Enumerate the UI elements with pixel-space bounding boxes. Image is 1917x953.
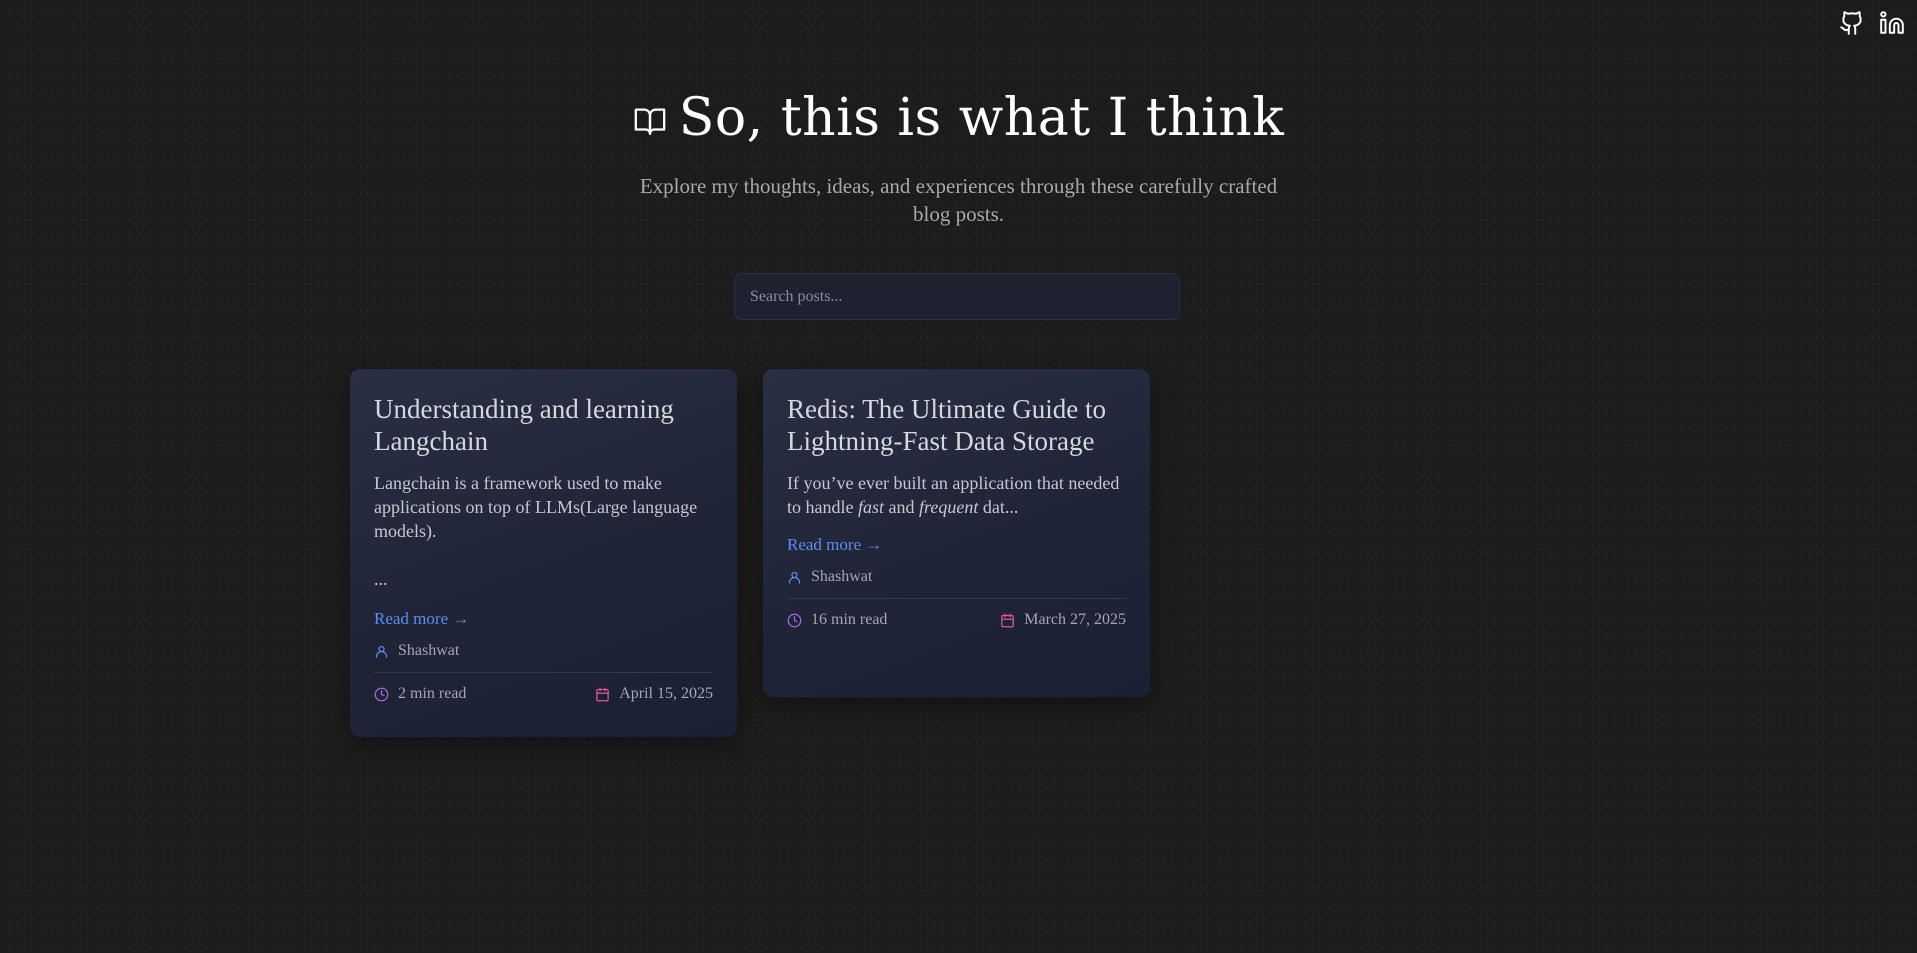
social-links: [1839, 10, 1905, 36]
read-time-text: 16 min read: [811, 611, 888, 628]
post-excerpt: Langchain is a framework used to make ap…: [374, 471, 713, 591]
page-header: So, this is what I think Explore my thou…: [0, 88, 1917, 228]
author-name: Shashwat: [811, 568, 873, 585]
read-time: 16 min read: [787, 611, 887, 629]
post-author: Shashwat: [374, 642, 713, 660]
author-name: Shashwat: [398, 642, 460, 659]
user-icon: [788, 571, 801, 584]
card-divider: [787, 598, 1126, 599]
post-title[interactable]: Understanding and learning Langchain: [374, 393, 713, 457]
post-date-text: April 15, 2025: [619, 685, 713, 702]
post-excerpt-part: and: [884, 497, 919, 517]
post-excerpt-ellipsis: ...: [374, 569, 388, 589]
page-title: So, this is what I think: [678, 88, 1285, 148]
calendar-icon: [1001, 613, 1014, 627]
post-excerpt-text: Langchain is a framework used to make ap…: [374, 473, 698, 541]
post-date: March 27, 2025: [1000, 611, 1126, 629]
linkedin-icon[interactable]: [1879, 10, 1905, 36]
read-more-link[interactable]: Read more →: [787, 535, 882, 555]
user-icon: [375, 645, 388, 658]
read-more-link[interactable]: Read more →: [374, 609, 469, 629]
post-excerpt-part: dat...: [978, 497, 1019, 517]
page-subtitle: Explore my thoughts, ideas, and experien…: [639, 174, 1278, 226]
post-card-redis[interactable]: Redis: The Ultimate Guide to Lightning-F…: [763, 369, 1150, 697]
post-meta: 2 min read April 15, 2025: [374, 685, 713, 703]
post-meta: 16 min read March 27, 2025: [787, 611, 1126, 629]
post-card-langchain[interactable]: Understanding and learning Langchain Lan…: [350, 369, 737, 737]
post-excerpt-emphasis: fast: [857, 497, 884, 517]
post-excerpt: If you’ve ever built an application that…: [787, 471, 1126, 519]
post-title[interactable]: Redis: The Ultimate Guide to Lightning-F…: [787, 393, 1126, 457]
card-divider: [374, 672, 713, 673]
read-time: 2 min read: [374, 685, 466, 703]
post-excerpt-emphasis: frequent: [919, 497, 979, 517]
read-time-text: 2 min read: [398, 685, 467, 702]
search-input[interactable]: [734, 273, 1180, 320]
post-date: April 15, 2025: [595, 685, 713, 703]
search-container: [734, 273, 1180, 320]
github-icon[interactable]: [1839, 10, 1865, 36]
book-open-icon: [634, 108, 666, 135]
post-author: Shashwat: [787, 568, 1126, 586]
title-row: So, this is what I think: [0, 88, 1917, 148]
post-date-text: March 27, 2025: [1024, 611, 1126, 628]
clock-icon: [374, 687, 389, 701]
calendar-icon: [596, 687, 609, 701]
clock-icon: [787, 613, 802, 627]
